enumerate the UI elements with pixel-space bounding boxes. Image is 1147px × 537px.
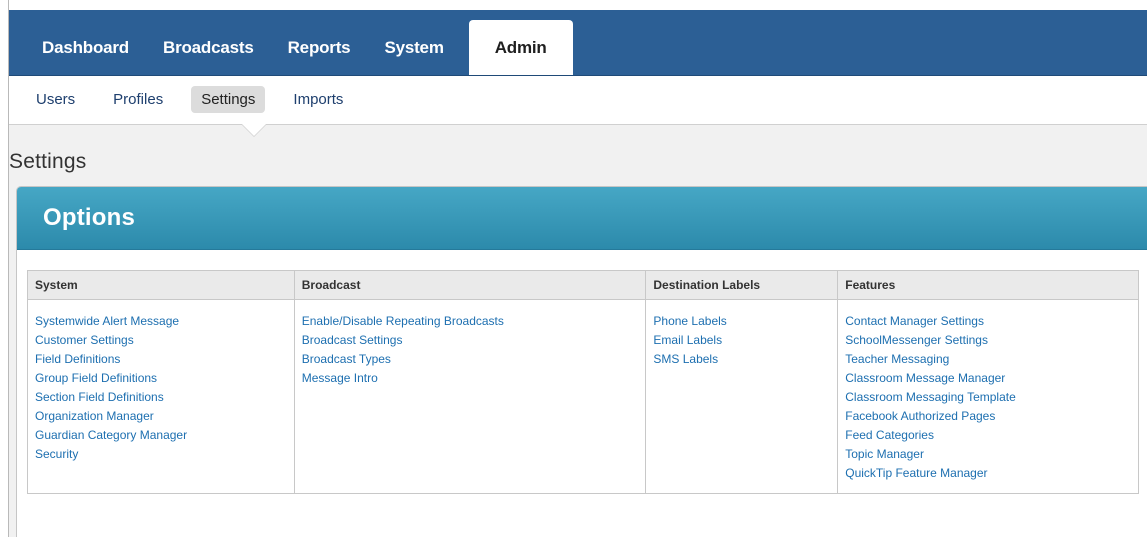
features-links-cell: Contact Manager Settings SchoolMessenger… — [837, 299, 1139, 494]
options-panel-title: Options — [43, 204, 136, 231]
link-classroom-messaging-template[interactable]: Classroom Messaging Template — [845, 388, 1131, 407]
column-header-destination-labels: Destination Labels — [645, 270, 839, 300]
top-nav: Dashboard Broadcasts Reports System Admi… — [9, 20, 573, 75]
link-teacher-messaging[interactable]: Teacher Messaging — [845, 350, 1131, 369]
link-facebook-authorized-pages[interactable]: Facebook Authorized Pages — [845, 407, 1131, 426]
link-message-intro[interactable]: Message Intro — [302, 369, 639, 388]
sub-nav-users[interactable]: Users — [26, 86, 85, 113]
sub-nav-imports[interactable]: Imports — [283, 86, 353, 113]
top-strip — [9, 0, 1147, 10]
link-broadcast-types[interactable]: Broadcast Types — [302, 350, 639, 369]
link-classroom-message-manager[interactable]: Classroom Message Manager — [845, 369, 1131, 388]
link-section-field-definitions[interactable]: Section Field Definitions — [35, 388, 287, 407]
broadcast-links-cell: Enable/Disable Repeating Broadcasts Broa… — [293, 299, 647, 494]
link-contact-manager-settings[interactable]: Contact Manager Settings — [845, 312, 1131, 331]
app-frame: Dashboard Broadcasts Reports System Admi… — [8, 0, 1147, 537]
top-nav-system[interactable]: System — [367, 20, 460, 75]
top-nav-admin[interactable]: Admin — [468, 20, 573, 75]
link-phone-labels[interactable]: Phone Labels — [653, 312, 830, 331]
link-topic-manager[interactable]: Topic Manager — [845, 445, 1131, 464]
column-header-broadcast: Broadcast — [293, 270, 647, 300]
link-quicktip-feature-manager[interactable]: QuickTip Feature Manager — [845, 464, 1131, 483]
top-navigation-bar: Dashboard Broadcasts Reports System Admi… — [9, 0, 1147, 76]
sub-nav-profiles[interactable]: Profiles — [103, 86, 173, 113]
link-broadcast-settings[interactable]: Broadcast Settings — [302, 331, 639, 350]
system-links-cell: Systemwide Alert Message Customer Settin… — [27, 299, 295, 494]
link-guardian-category-manager[interactable]: Guardian Category Manager — [35, 426, 287, 445]
options-table: System Broadcast Destination Labels Feat… — [27, 270, 1139, 494]
column-header-features: Features — [837, 270, 1139, 300]
top-nav-reports[interactable]: Reports — [271, 20, 368, 75]
page-title: Settings — [9, 150, 87, 173]
options-panel: Options System Broadcast Destination Lab… — [16, 186, 1147, 537]
link-email-labels[interactable]: Email Labels — [653, 331, 830, 350]
top-nav-dashboard[interactable]: Dashboard — [25, 20, 146, 75]
link-systemwide-alert-message[interactable]: Systemwide Alert Message — [35, 312, 287, 331]
link-enable-disable-repeating-broadcasts[interactable]: Enable/Disable Repeating Broadcasts — [302, 312, 639, 331]
top-nav-broadcasts[interactable]: Broadcasts — [146, 20, 271, 75]
link-sms-labels[interactable]: SMS Labels — [653, 350, 830, 369]
column-header-system: System — [27, 270, 295, 300]
link-customer-settings[interactable]: Customer Settings — [35, 331, 287, 350]
link-group-field-definitions[interactable]: Group Field Definitions — [35, 369, 287, 388]
link-schoolmessenger-settings[interactable]: SchoolMessenger Settings — [845, 331, 1131, 350]
options-table-header-row: System Broadcast Destination Labels Feat… — [27, 270, 1139, 300]
link-security[interactable]: Security — [35, 445, 287, 464]
options-panel-header: Options — [17, 187, 1147, 250]
link-organization-manager[interactable]: Organization Manager — [35, 407, 287, 426]
link-feed-categories[interactable]: Feed Categories — [845, 426, 1131, 445]
sub-nav-settings[interactable]: Settings — [191, 86, 266, 113]
options-table-row: Systemwide Alert Message Customer Settin… — [27, 299, 1139, 494]
sub-navigation-bar: Users Profiles Settings Imports — [9, 76, 1147, 125]
sub-nav: Users Profiles Settings Imports — [26, 86, 371, 113]
destination-labels-links-cell: Phone Labels Email Labels SMS Labels — [645, 299, 839, 494]
active-tab-pointer — [242, 124, 266, 136]
link-field-definitions[interactable]: Field Definitions — [35, 350, 287, 369]
